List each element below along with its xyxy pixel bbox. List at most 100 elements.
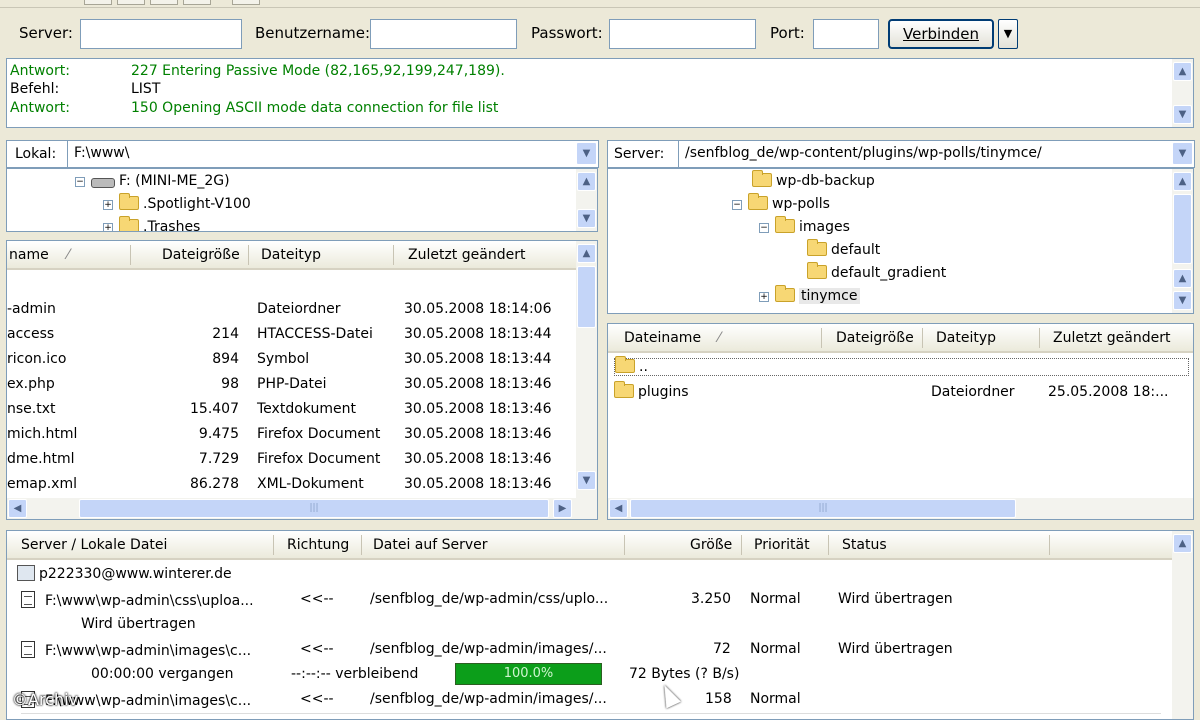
column-header-size[interactable]: Dateigröße: [162, 247, 240, 263]
collapse-icon[interactable]: −: [732, 200, 742, 210]
tree-node-label: wp-db-backup: [776, 173, 875, 189]
file-type: Dateiordner: [257, 301, 341, 317]
password-label: Passwort:: [531, 24, 603, 42]
column-header-direction[interactable]: Richtung: [287, 537, 349, 553]
toolbar-button[interactable]: [150, 0, 178, 5]
column-header-status[interactable]: Status: [842, 537, 887, 553]
tree-node-folder[interactable]: + .Trashes: [103, 216, 200, 231]
scroll-down-icon[interactable]: ▼: [1173, 105, 1192, 124]
column-header-modified[interactable]: Zuletzt geändert: [1053, 330, 1170, 346]
queue-remote-file: /senfblog_de/wp-admin/images/...: [370, 691, 607, 707]
scroll-up-icon[interactable]: ▲: [577, 172, 596, 191]
log-scrollbar[interactable]: ▲ ▼: [1172, 59, 1193, 127]
local-path-combo[interactable]: F:\www\ ▼: [67, 140, 599, 168]
tree-node-folder[interactable]: + tinymce: [759, 285, 860, 304]
connect-button[interactable]: Verbinden: [888, 19, 994, 49]
queue-server-row[interactable]: p222330@www.winterer.de: [17, 565, 232, 582]
remote-list-hscrollbar[interactable]: ◀ |||: [608, 498, 1193, 519]
column-header-local-file[interactable]: Server / Lokale Datei: [21, 537, 167, 553]
remote-tree-scrollbar[interactable]: ▲ ▲ ▼: [1172, 169, 1193, 313]
file-name: ..: [639, 359, 648, 375]
expand-icon[interactable]: +: [103, 200, 113, 210]
column-header-name[interactable]: name: [9, 247, 49, 263]
tree-node-label: default: [831, 242, 881, 258]
tree-node-label: tinymce: [799, 288, 860, 304]
tree-node-drive[interactable]: − F: (MINI-ME_2G): [75, 173, 230, 189]
local-list-header: name ⁄ Dateigröße Dateityp Zuletzt geänd…: [7, 241, 577, 270]
queue-item[interactable]: F:\www\wp-admin\images\c...: [21, 641, 251, 659]
username-label: Benutzername:: [255, 24, 371, 42]
column-header-modified[interactable]: Zuletzt geändert: [408, 247, 525, 263]
scroll-up-icon[interactable]: ▲: [1173, 172, 1192, 191]
scroll-up-icon[interactable]: ▲: [1173, 62, 1192, 81]
server-label: Server:: [19, 24, 73, 42]
password-input[interactable]: [609, 19, 756, 49]
file-modified: 25.05.2008 18:...: [1048, 384, 1169, 400]
scroll-down-icon[interactable]: ▼: [577, 209, 596, 228]
tree-node-folder[interactable]: default: [807, 239, 881, 258]
chevron-down-icon[interactable]: ▼: [576, 142, 597, 165]
server-input[interactable]: [80, 19, 242, 49]
log-type: Antwort:: [10, 63, 70, 79]
column-header-size[interactable]: Dateigröße: [836, 330, 914, 346]
toolbar-button[interactable]: [84, 0, 112, 5]
scroll-thumb[interactable]: |||: [79, 499, 549, 518]
scroll-up-icon[interactable]: ▲: [577, 244, 596, 263]
scroll-left-icon[interactable]: ◀: [609, 499, 628, 518]
remote-path-combo[interactable]: /senfblog_de/wp-content/plugins/wp-polls…: [678, 140, 1195, 168]
local-list-scrollbar[interactable]: ▲ ▼: [576, 241, 597, 519]
scroll-right-icon[interactable]: ▶: [553, 499, 572, 518]
port-input[interactable]: [813, 19, 879, 49]
tree-node-label: F: (MINI-ME_2G): [119, 173, 230, 189]
list-item[interactable]: plugins: [614, 381, 689, 400]
transfer-progress-bar: 100.0%: [455, 663, 602, 685]
column-header-priority[interactable]: Priorität: [754, 537, 810, 553]
list-item-parent[interactable]: ..: [614, 356, 1189, 376]
local-list-hscrollbar[interactable]: ◀ ||| ▶: [7, 498, 597, 519]
scroll-thumb[interactable]: [577, 266, 596, 328]
chevron-down-icon[interactable]: ▼: [1172, 142, 1193, 165]
tree-node-label: images: [799, 219, 850, 235]
file-modified: 30.05.2008 18:13:44: [404, 351, 552, 367]
file-name: ricon.ico: [7, 351, 67, 367]
toolbar-button[interactable]: [117, 0, 145, 5]
scroll-down-icon[interactable]: ▼: [1173, 291, 1192, 310]
queue-detail: Wird übertragen: [81, 616, 196, 632]
queue-size: 72: [713, 641, 731, 657]
queue-server: p222330@www.winterer.de: [39, 566, 232, 582]
folder-icon: [775, 285, 795, 302]
local-tree-scrollbar[interactable]: ▲ ▼: [576, 169, 597, 231]
tree-node-folder[interactable]: default_gradient: [807, 262, 946, 281]
file-name: mich.html: [7, 426, 78, 442]
scroll-up-icon[interactable]: ▲: [1173, 269, 1192, 288]
toolbar-button[interactable]: [232, 0, 260, 5]
column-header-type[interactable]: Dateityp: [936, 330, 996, 346]
expand-icon[interactable]: +: [103, 223, 113, 231]
scroll-up-icon[interactable]: ▲: [1173, 534, 1192, 553]
quickconnect-history-button[interactable]: ▼: [998, 19, 1018, 49]
column-header-remote-file[interactable]: Datei auf Server: [373, 537, 488, 553]
column-header-name[interactable]: Dateiname: [624, 330, 701, 346]
collapse-icon[interactable]: −: [759, 223, 769, 233]
column-header-size[interactable]: Größe: [690, 537, 732, 553]
file-size: 98: [221, 376, 239, 392]
queue-scrollbar[interactable]: ▲: [1172, 531, 1193, 719]
expand-icon[interactable]: +: [759, 292, 769, 302]
queue-header: Server / Lokale Datei Richtung Datei auf…: [7, 531, 1173, 560]
scroll-down-icon[interactable]: ▼: [577, 471, 596, 490]
queue-item[interactable]: F:\www\wp-admin\css\uploa...: [21, 591, 254, 609]
tree-node-folder[interactable]: + .Spotlight-V100: [103, 193, 251, 212]
server-icon: [17, 565, 35, 581]
column-header-type[interactable]: Dateityp: [261, 247, 321, 263]
toolbar-button[interactable]: [183, 0, 211, 5]
tree-node-folder[interactable]: wp-db-backup: [752, 170, 875, 189]
remote-path-bar: Server: /senfblog_de/wp-content/plugins/…: [607, 140, 1195, 168]
file-size: 86.278: [190, 476, 239, 492]
tree-node-folder[interactable]: − wp-polls: [732, 193, 830, 212]
collapse-icon[interactable]: −: [75, 177, 85, 187]
scroll-thumb[interactable]: [1173, 194, 1192, 264]
scroll-thumb[interactable]: |||: [630, 499, 1016, 518]
username-input[interactable]: [370, 19, 517, 49]
scroll-left-icon[interactable]: ◀: [8, 499, 27, 518]
tree-node-folder[interactable]: − images: [759, 216, 850, 235]
